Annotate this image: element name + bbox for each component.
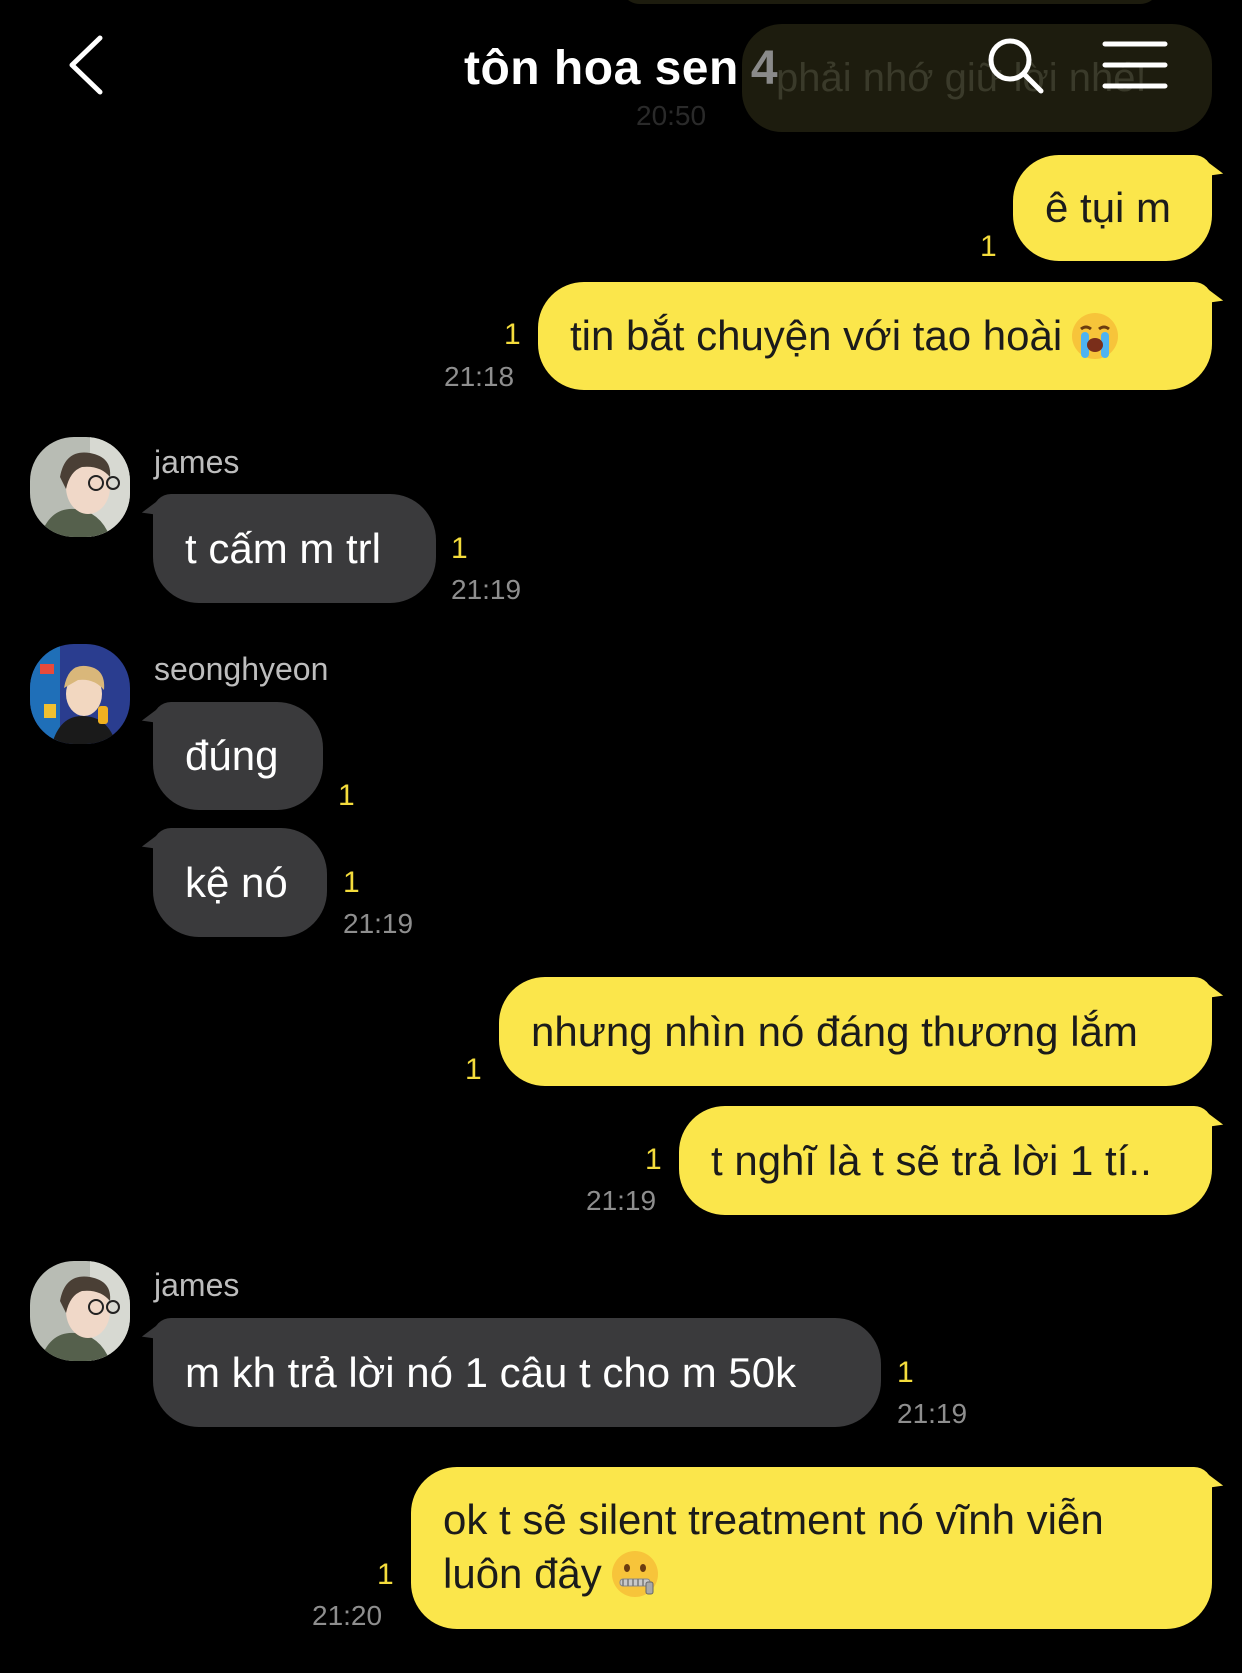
- unread-count: 1: [451, 532, 468, 565]
- their-message-bubble[interactable]: đúng: [153, 702, 323, 810]
- sender-name: james: [154, 1267, 240, 1303]
- search-icon: [988, 38, 1044, 94]
- message-text: kệ nó: [185, 859, 288, 906]
- my-message-bubble[interactable]: ê tụi m: [1013, 155, 1212, 261]
- loudly-crying-face-icon: [1072, 312, 1119, 359]
- my-message-bubble[interactable]: nhưng nhìn nó đáng thương lắm: [499, 977, 1212, 1086]
- member-count: 4: [750, 42, 779, 95]
- message-text: tin bắt chuyện với tao hoài: [570, 312, 1063, 359]
- message-text-line-1: ok t sẽ silent treatment nó vĩnh viễn: [443, 1496, 1104, 1543]
- avatar-seonghyeon[interactable]: [30, 644, 130, 744]
- unread-count: 1: [897, 1356, 914, 1389]
- unread-count: 1: [377, 1558, 394, 1591]
- message-time: 21:19: [586, 1185, 657, 1216]
- unread-count: 1: [343, 866, 360, 899]
- message-text: m kh trả lời nó 1 câu t cho m 50k: [185, 1349, 797, 1396]
- unread-count: 1: [980, 230, 997, 263]
- their-message-bubble[interactable]: kệ nó: [153, 828, 327, 937]
- my-message-bubble[interactable]: ok t sẽ silent treatment nó vĩnh viễn lu…: [411, 1467, 1212, 1629]
- message-time: 21:20: [312, 1600, 383, 1631]
- message-text-line-2: luôn đây: [443, 1547, 1180, 1602]
- avatar-photo: [30, 644, 130, 744]
- message-time: 21:19: [897, 1398, 968, 1429]
- unread-count: 1: [338, 779, 355, 812]
- avatar-james[interactable]: [30, 1261, 130, 1361]
- message-text: đúng: [185, 732, 279, 779]
- hamburger-menu-icon: [1102, 41, 1168, 89]
- their-message-bubble[interactable]: t cấm m trl: [153, 494, 436, 603]
- message-text: t nghĩ là t sẽ trả lời 1 tí..: [711, 1137, 1152, 1184]
- unread-count: 1: [465, 1053, 482, 1086]
- zipper-mouth-face-icon: [611, 1550, 658, 1597]
- avatar-james[interactable]: [30, 437, 130, 537]
- unread-count: 1: [504, 318, 521, 351]
- chat-header: phải nhớ giữ lời nhé! 20:50 tôn hoa sen 4: [0, 0, 1242, 140]
- their-message-bubble[interactable]: m kh trả lời nó 1 câu t cho m 50k: [153, 1318, 881, 1427]
- message-text: ê tụi m: [1045, 184, 1172, 231]
- chat-title-text: tôn hoa sen: [463, 42, 739, 95]
- message-text: luôn đây: [443, 1550, 602, 1597]
- search-button[interactable]: [986, 36, 1046, 96]
- message-time: 21:19: [343, 908, 414, 939]
- message-text: t cấm m trl: [185, 525, 381, 572]
- sender-name: seonghyeon: [154, 651, 329, 687]
- avatar-photo: [30, 437, 130, 537]
- message-text: nhưng nhìn nó đáng thương lắm: [531, 1008, 1138, 1055]
- message-time: 21:19: [451, 574, 522, 605]
- message-time: 21:18: [444, 361, 515, 392]
- my-message-bubble[interactable]: tin bắt chuyện với tao hoài: [538, 282, 1212, 390]
- ghost-bubble-top: [620, 0, 1160, 4]
- my-message-bubble[interactable]: t nghĩ là t sẽ trả lời 1 tí..: [679, 1106, 1212, 1215]
- menu-button[interactable]: [1102, 40, 1168, 90]
- chat-title: tôn hoa sen 4: [0, 32, 1242, 106]
- sender-name: james: [154, 444, 240, 480]
- avatar-photo: [30, 1261, 130, 1361]
- unread-count: 1: [645, 1143, 662, 1176]
